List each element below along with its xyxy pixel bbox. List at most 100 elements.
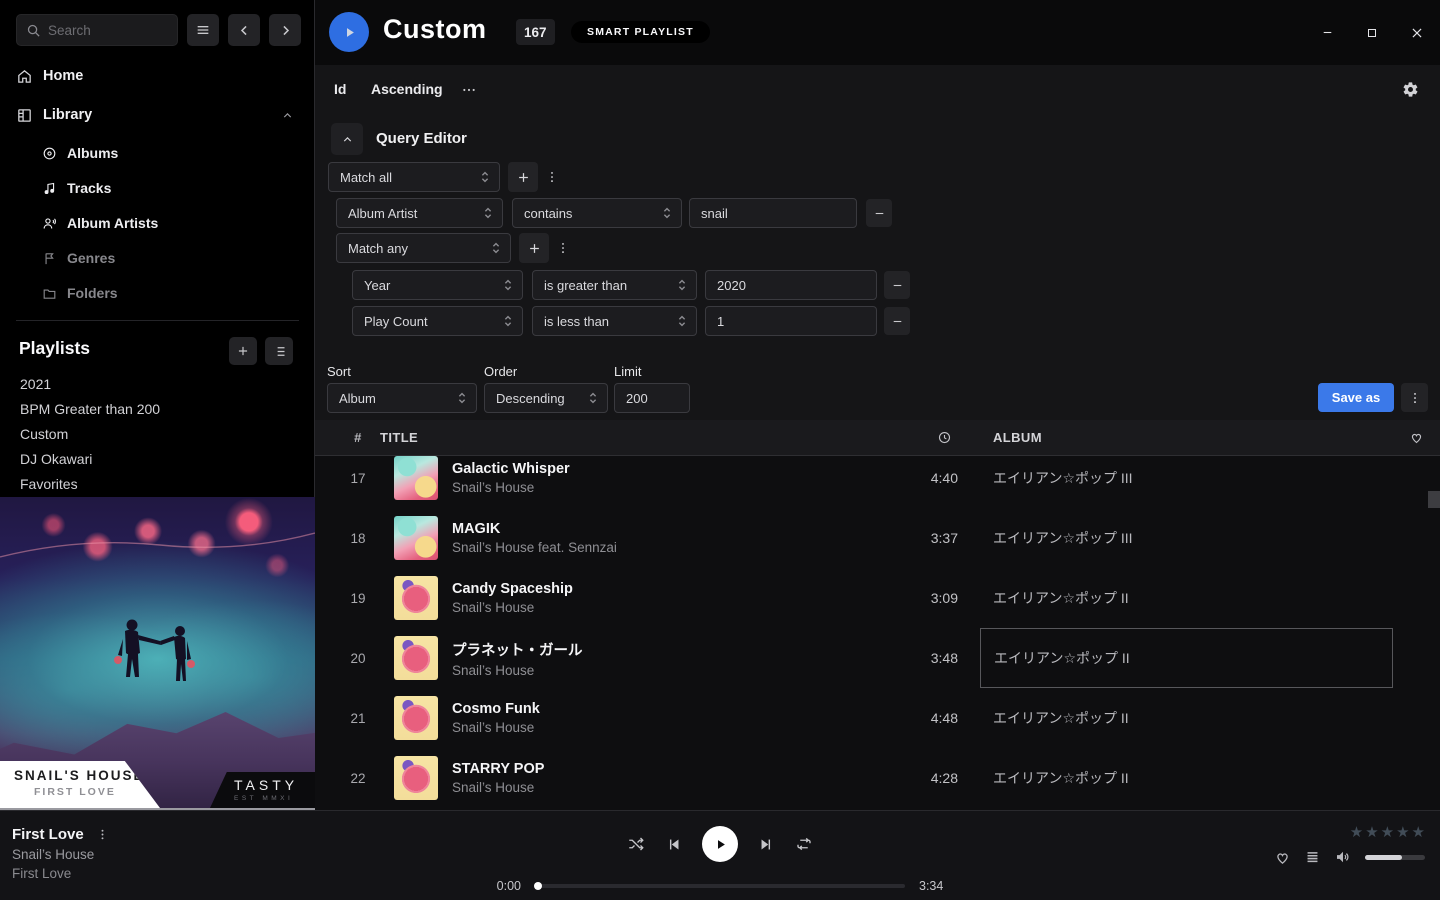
order-select[interactable]: Descending [484,383,608,413]
volume-button[interactable] [1334,848,1352,866]
now-playing-cover-art[interactable]: SNAIL'S HOUSE FIRST LOVE TASTY EST MMXI [0,497,315,810]
now-playing-menu-button[interactable] [96,828,109,841]
now-playing-artist[interactable]: Snail’s House [12,847,109,862]
sidebar-playlist-item[interactable]: DJ Okawari [0,446,314,471]
sort-field-button[interactable]: Id [334,81,346,97]
column-header-album[interactable]: ALBUM [980,430,1393,445]
column-header-title[interactable]: TITLE [380,430,886,445]
play-playlist-button[interactable] [329,12,369,52]
sidebar-library-item[interactable]: Genres [0,245,314,271]
group-rule-field-select[interactable]: Year [352,270,523,300]
track-album-cell[interactable]: エイリアン☆ポップ III [980,456,1393,508]
sort-direction-button[interactable]: Ascending [371,81,443,97]
remove-group-rule-button[interactable] [884,307,910,335]
track-title[interactable]: プラネット・ガール [452,639,886,660]
seek-slider[interactable] [535,884,905,888]
sidebar-item-home[interactable]: Home [0,62,314,90]
nav-forward-button[interactable] [269,14,301,46]
add-rule-button[interactable] [508,162,538,192]
rule-value-input[interactable] [689,198,857,228]
remove-rule-button[interactable] [866,199,892,227]
sort-select[interactable]: Album [327,383,477,413]
table-row[interactable]: 20 プラネット・ガール Snail’s House 3:48 エイリアン☆ポッ… [315,628,1440,688]
maximize-button[interactable] [1364,25,1380,41]
table-row[interactable]: 22 STARRY POP Snail’s House 4:28 エイリアン☆ポ… [315,748,1440,808]
sidebar-library-item[interactable]: Folders [0,280,314,306]
queue-button[interactable] [1304,849,1321,866]
track-album-cell[interactable]: エイリアン☆ポップ II [980,748,1393,808]
sidebar-playlist-item[interactable]: Favorites [0,471,314,496]
now-playing-title[interactable]: First Love [12,826,84,843]
column-header-favorite[interactable] [1393,430,1440,445]
group-rule-value-input[interactable] [705,270,877,300]
search-input[interactable] [48,23,158,38]
chevron-up-icon[interactable] [281,109,294,122]
match-all-select[interactable]: Match all [328,162,500,192]
sidebar-library-item[interactable]: Album Artists [0,210,314,236]
previous-button[interactable] [665,836,682,853]
sidebar-playlist-item[interactable]: 2021 [0,371,314,396]
group-rule-value-input[interactable] [705,306,877,336]
next-button[interactable] [758,836,775,853]
sidebar-library-item[interactable]: Tracks [0,175,314,201]
column-header-duration[interactable] [886,430,958,445]
collapse-query-button[interactable] [331,123,363,155]
add-playlist-button[interactable] [229,337,257,365]
group-menu-button[interactable] [554,233,572,263]
group-rule-operator-select[interactable]: is less than [532,306,697,336]
track-album-cell[interactable]: エイリアン☆ポップ II [980,688,1393,748]
album-art-thumbnail[interactable] [394,516,438,560]
table-row[interactable]: 21 Cosmo Funk Snail’s House 4:48 エイリアン☆ポ… [315,688,1440,748]
track-title[interactable]: Candy Spaceship [452,581,886,597]
track-album-cell[interactable]: エイリアン☆ポップ II [980,568,1393,628]
table-row[interactable]: 18 MAGIK Snail’s House feat. Sennzai 3:3… [315,508,1440,568]
column-header-index[interactable]: # [336,430,380,445]
star-icon[interactable]: ★ [1365,823,1378,841]
rule-field-select[interactable]: Album Artist [336,198,503,228]
album-art-thumbnail[interactable] [394,696,438,740]
sidebar-item-library[interactable]: Library [0,101,314,129]
now-playing-album[interactable]: First Love [12,866,109,881]
menu-button[interactable] [187,14,219,46]
more-options-button[interactable] [461,82,477,98]
scrollbar-thumb[interactable] [1428,491,1440,508]
track-artist[interactable]: Snail’s House feat. Sennzai [452,540,886,555]
star-icon[interactable]: ★ [1396,823,1409,841]
play-pause-button[interactable] [702,826,738,862]
rule-operator-select[interactable]: contains [512,198,682,228]
track-title[interactable]: STARRY POP [452,761,886,777]
track-artist[interactable]: Snail’s House [452,600,886,615]
album-art-thumbnail[interactable] [394,636,438,680]
table-row[interactable]: 17 Galactic Whisper Snail’s House 4:40 エ… [315,456,1440,508]
settings-button[interactable] [1402,81,1419,98]
shuffle-button[interactable] [627,835,645,853]
remove-group-rule-button[interactable] [884,271,910,299]
add-group-rule-button[interactable] [519,233,549,263]
volume-slider[interactable] [1365,855,1425,860]
close-button[interactable] [1409,25,1425,41]
table-row[interactable]: 19 Candy Spaceship Snail’s House 3:09 エイ… [315,568,1440,628]
limit-input[interactable] [614,383,690,413]
album-art-thumbnail[interactable] [394,576,438,620]
star-icon[interactable]: ★ [1350,823,1363,841]
track-title[interactable]: Cosmo Funk [452,701,886,717]
repeat-button[interactable] [795,835,813,853]
playlist-list-button[interactable] [265,337,293,365]
track-album-cell[interactable]: エイリアン☆ポップ III [980,508,1393,568]
track-artist[interactable]: Snail’s House [452,720,886,735]
track-artist[interactable]: Snail’s House [452,663,886,678]
track-artist[interactable]: Snail’s House [452,480,886,495]
save-as-button[interactable]: Save as [1318,383,1394,412]
track-album-cell[interactable]: エイリアン☆ポップ II [980,628,1393,688]
favorite-button[interactable] [1274,849,1291,866]
track-artist[interactable]: Snail’s House [452,780,886,795]
sidebar-playlist-item[interactable]: Custom [0,421,314,446]
sidebar-playlist-item[interactable]: BPM Greater than 200 [0,396,314,421]
sidebar-library-item[interactable]: Albums [0,140,314,166]
search-box[interactable] [16,14,178,46]
query-more-button[interactable] [1401,383,1428,412]
nav-back-button[interactable] [228,14,260,46]
album-art-thumbnail[interactable] [394,756,438,800]
seek-slider-thumb[interactable] [534,882,542,890]
track-title[interactable]: MAGIK [452,521,886,537]
